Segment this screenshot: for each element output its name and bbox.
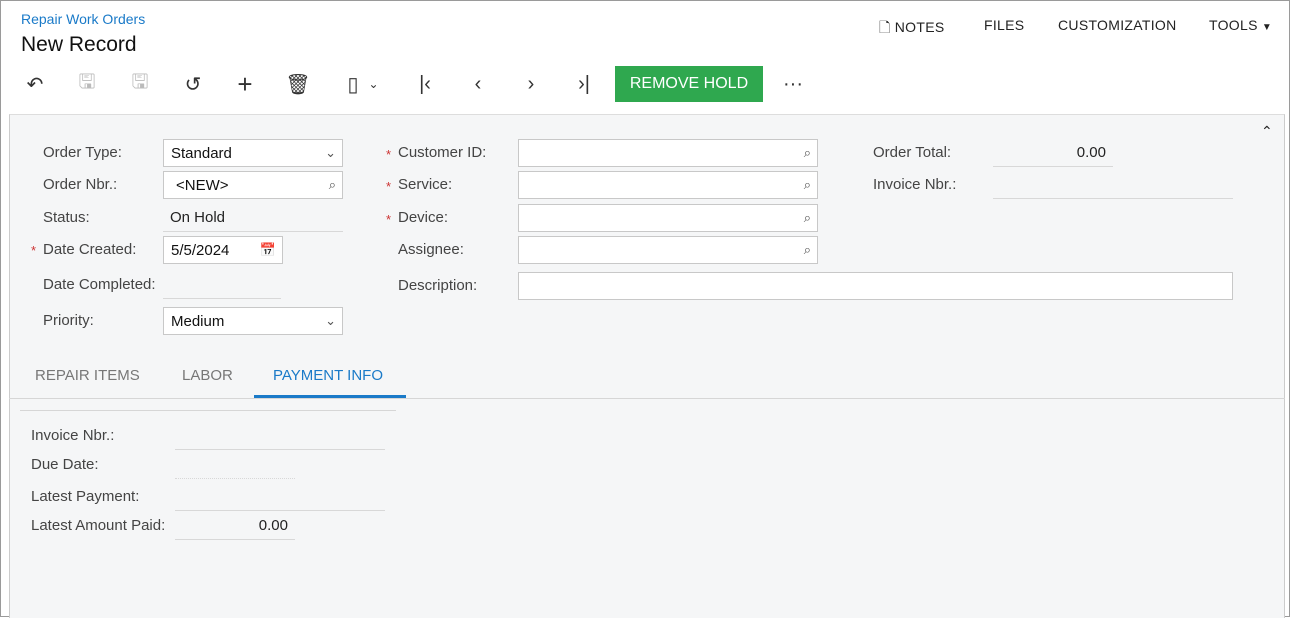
date-completed-value	[163, 271, 281, 299]
invoice-nbr-label: Invoice Nbr.:	[873, 176, 957, 193]
priority-label: Priority:	[43, 312, 94, 329]
order-nbr-value: <NEW>	[176, 177, 229, 194]
order-type-select[interactable]: Standard ⌄	[163, 139, 343, 167]
files-button[interactable]: FILES	[984, 17, 1024, 33]
page-title: New Record	[21, 33, 137, 56]
due-date-value	[175, 451, 295, 479]
search-icon: ⌕	[803, 177, 811, 192]
next-record-icon[interactable]: ›	[517, 71, 545, 97]
delete-icon[interactable]: 🗑	[284, 71, 312, 97]
latest-amount-label: Latest Amount Paid:	[31, 517, 166, 534]
order-total-value: 0.00	[993, 139, 1113, 167]
note-icon: 🗋	[879, 19, 891, 35]
active-tab-indicator	[254, 395, 406, 398]
tab-payment-info[interactable]: PAYMENT INFO	[273, 367, 383, 384]
priority-value: Medium	[171, 313, 225, 330]
due-date-label: Due Date:	[31, 456, 99, 473]
order-total-label: Order Total:	[873, 144, 952, 161]
device-label: Device:	[398, 209, 449, 226]
tools-menu[interactable]: TOOLS ▼	[1209, 17, 1272, 33]
priority-select[interactable]: Medium ⌄	[163, 307, 343, 335]
search-icon: ⌕	[803, 242, 811, 257]
customization-button[interactable]: CUSTOMIZATION	[1058, 17, 1177, 33]
assignee-input[interactable]: ⌕	[518, 236, 818, 264]
previous-record-icon[interactable]: ‹	[464, 71, 492, 97]
order-type-label: Order Type:	[43, 144, 122, 161]
date-created-value: 5/5/2024	[171, 242, 230, 259]
tools-label: TOOLS	[1209, 17, 1258, 33]
chevron-down-icon: ⌄	[325, 313, 336, 328]
payment-invoice-nbr-value	[175, 422, 385, 450]
notes-button[interactable]: 🗋 NOTES	[879, 17, 945, 41]
add-icon[interactable]: +	[231, 69, 259, 99]
remove-hold-button[interactable]: REMOVE HOLD	[615, 66, 763, 102]
assignee-label: Assignee:	[398, 241, 464, 258]
collapse-icon[interactable]: ⌃	[1261, 123, 1273, 140]
clipboard-menu-icon[interactable]: ▯ ⌄	[337, 71, 389, 97]
latest-amount-value: 0.00	[175, 512, 295, 540]
required-mark: *	[386, 179, 392, 194]
order-nbr-label: Order Nbr.:	[43, 176, 118, 193]
status-value: On Hold	[163, 204, 343, 232]
search-icon: ⌕	[328, 177, 336, 192]
required-mark: *	[31, 243, 37, 258]
last-record-icon[interactable]: ›|	[570, 71, 598, 97]
latest-payment-label: Latest Payment:	[31, 488, 140, 505]
payment-invoice-nbr-label: Invoice Nbr.:	[31, 427, 115, 444]
save-icon[interactable]: 🖫	[126, 71, 154, 97]
device-input[interactable]: ⌕	[518, 204, 818, 232]
notes-label: NOTES	[894, 19, 945, 35]
search-icon: ⌕	[803, 210, 811, 225]
undo-icon[interactable]: ↺	[179, 71, 207, 97]
invoice-nbr-value	[993, 171, 1233, 199]
date-created-input[interactable]: 5/5/2024 📅	[163, 236, 283, 264]
first-record-icon[interactable]: |‹	[411, 71, 439, 97]
more-actions-icon[interactable]: ···	[779, 71, 807, 97]
description-label: Description:	[398, 277, 478, 294]
date-created-label: Date Created:	[43, 241, 137, 258]
service-label: Service:	[398, 176, 453, 193]
customer-id-label: Customer ID:	[398, 144, 487, 161]
customer-id-input[interactable]: ⌕	[518, 139, 818, 167]
save-close-icon[interactable]: 🖫	[73, 71, 101, 97]
section-divider	[20, 410, 396, 411]
tab-divider	[9, 398, 1285, 399]
required-mark: *	[386, 212, 392, 227]
order-type-value: Standard	[171, 145, 232, 162]
tab-repair-items[interactable]: REPAIR ITEMS	[35, 367, 140, 384]
latest-payment-value	[175, 483, 385, 511]
order-nbr-input[interactable]: <NEW> ⌕	[163, 171, 343, 199]
search-icon: ⌕	[803, 145, 811, 160]
tab-labor[interactable]: LABOR	[182, 367, 233, 384]
required-mark: *	[386, 147, 392, 162]
calendar-icon: 📅	[259, 242, 276, 257]
description-input[interactable]	[518, 272, 1233, 300]
breadcrumb[interactable]: Repair Work Orders	[21, 11, 145, 27]
back-icon[interactable]: ↶	[21, 71, 49, 97]
caret-down-icon: ▼	[1261, 22, 1273, 33]
status-label: Status:	[43, 209, 90, 226]
date-completed-label: Date Completed:	[43, 276, 156, 293]
chevron-down-icon: ⌄	[325, 145, 336, 160]
service-input[interactable]: ⌕	[518, 171, 818, 199]
